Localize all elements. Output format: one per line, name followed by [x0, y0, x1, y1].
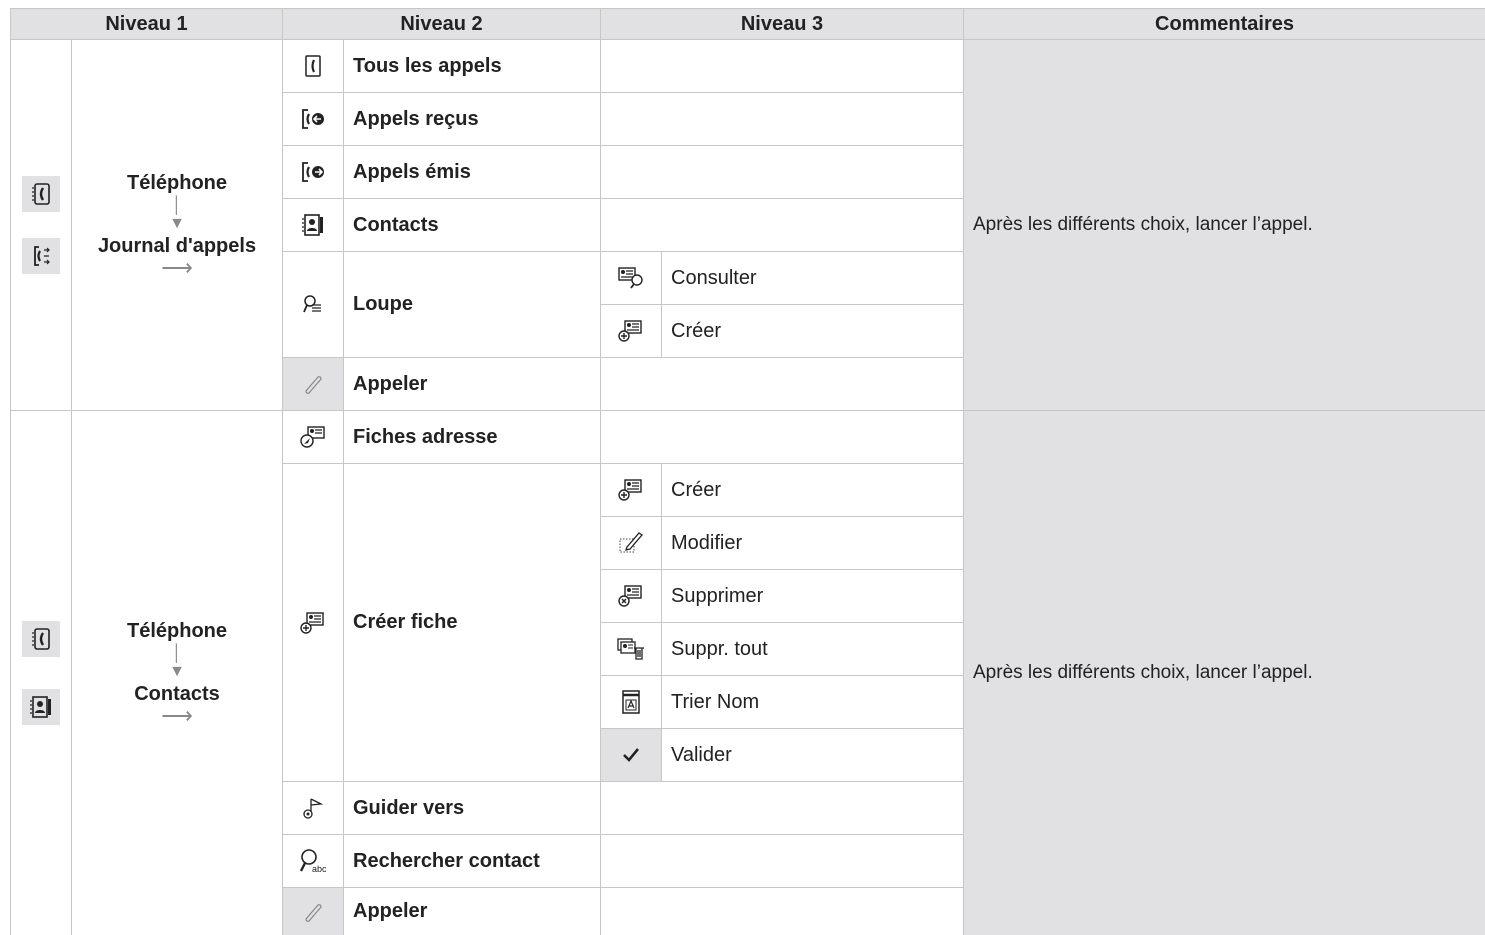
- menu-call[interactable]: Appeler: [344, 358, 601, 411]
- section1-level1: Téléphone │ ▼ Journal d'appels ⟶: [72, 40, 283, 411]
- arrow-right-icon: ⟶: [161, 703, 193, 728]
- edit-icon: [601, 517, 662, 570]
- guide-flag-icon: [283, 782, 344, 835]
- dialled-calls-icon: [283, 146, 344, 199]
- search-contact-icon: abc: [283, 835, 344, 888]
- menu-contacts[interactable]: Contacts: [344, 199, 601, 252]
- submenu-validate[interactable]: Valider: [662, 729, 964, 782]
- section1-icons: [10, 40, 72, 411]
- delete-card-icon: [601, 570, 662, 623]
- consult-icon: [601, 252, 662, 305]
- submenu-create[interactable]: Créer: [662, 464, 964, 517]
- menu-guide-to[interactable]: Guider vers: [344, 782, 601, 835]
- empty-level3-cell: [601, 93, 964, 146]
- empty-level3-cell: [601, 199, 964, 252]
- arrow-down-icon: │ ▼: [169, 197, 185, 232]
- all-calls-icon: [283, 40, 344, 93]
- empty-level3-cell: [601, 40, 964, 93]
- received-calls-icon: [283, 93, 344, 146]
- create-card-icon: [601, 305, 662, 358]
- empty-level3-cell: [601, 888, 964, 935]
- empty-level3-cell: [601, 411, 964, 464]
- menu-call[interactable]: Appeler: [344, 888, 601, 935]
- menu-search-contact[interactable]: Rechercher contact: [344, 835, 601, 888]
- contacts-icon: [22, 689, 60, 725]
- empty-level3-cell: [601, 835, 964, 888]
- level1-telephone-label: Téléphone: [126, 620, 227, 642]
- empty-level3-cell: [601, 146, 964, 199]
- menu-address-cards[interactable]: Fiches adresse: [344, 411, 601, 464]
- header-comments: Commentaires: [964, 8, 1485, 40]
- arrow-right-icon: ⟶: [161, 255, 193, 280]
- section2-comment: Après les différents choix, lancer l’app…: [964, 411, 1485, 935]
- submenu-delete-all[interactable]: Suppr. tout: [662, 623, 964, 676]
- phone-icon: [22, 176, 60, 212]
- phone-icon: [22, 621, 60, 657]
- header-level3: Niveau 3: [601, 8, 964, 40]
- menu-received-calls[interactable]: Appels reçus: [344, 93, 601, 146]
- menu-dialled-calls[interactable]: Appels émis: [344, 146, 601, 199]
- level1-telephone-label: Téléphone: [126, 172, 227, 194]
- call-log-icon: [22, 238, 60, 274]
- checkmark-icon: [601, 729, 662, 782]
- section2-level1: Téléphone │ ▼ Contacts ⟶: [72, 411, 283, 935]
- svg-text:abc: abc: [312, 864, 327, 874]
- header-level1: Niveau 1: [10, 8, 283, 40]
- menu-create-card[interactable]: Créer fiche: [344, 464, 601, 782]
- header-level2: Niveau 2: [283, 8, 601, 40]
- create-card-icon: [283, 464, 344, 782]
- menu-magnifier[interactable]: Loupe: [344, 252, 601, 358]
- contacts-icon: [283, 199, 344, 252]
- empty-level3-cell: [601, 782, 964, 835]
- handset-icon: [283, 888, 344, 935]
- address-card-icon: [283, 411, 344, 464]
- handset-icon: [283, 358, 344, 411]
- section1-comment: Après les différents choix, lancer l’app…: [964, 40, 1485, 411]
- sort-name-icon: [601, 676, 662, 729]
- create-card-icon: [601, 464, 662, 517]
- submenu-sort-name[interactable]: Trier Nom: [662, 676, 964, 729]
- arrow-down-icon: │ ▼: [169, 645, 185, 680]
- empty-level3-cell: [601, 358, 964, 411]
- magnifier-icon: [283, 252, 344, 358]
- submenu-modify[interactable]: Modifier: [662, 517, 964, 570]
- delete-all-icon: [601, 623, 662, 676]
- menu-all-calls[interactable]: Tous les appels: [344, 40, 601, 93]
- submenu-delete[interactable]: Supprimer: [662, 570, 964, 623]
- section2-icons: [10, 411, 72, 935]
- submenu-create[interactable]: Créer: [662, 305, 964, 358]
- submenu-consult[interactable]: Consulter: [662, 252, 964, 305]
